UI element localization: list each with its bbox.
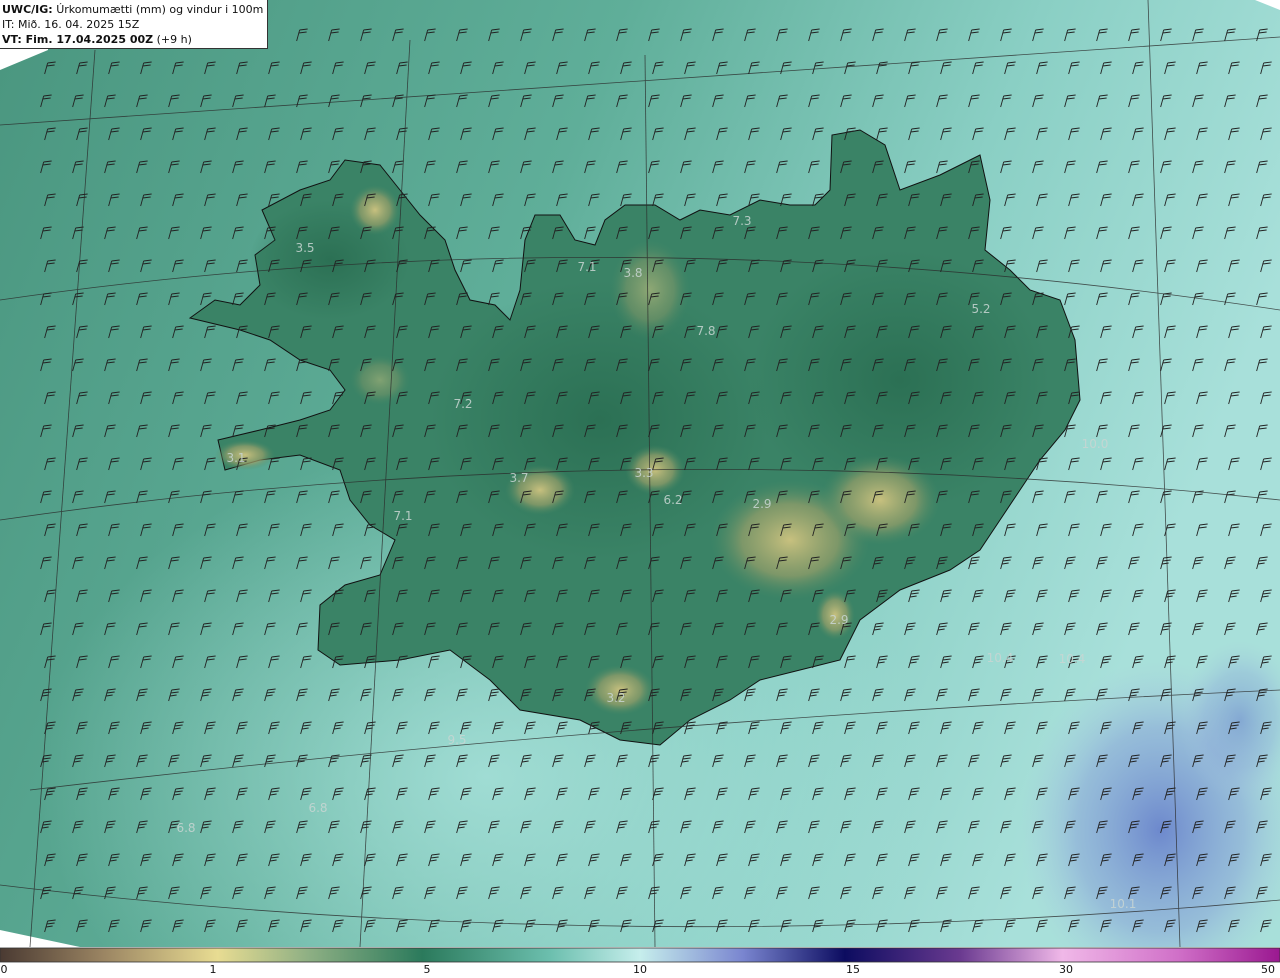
colorbar-tick: 15 bbox=[846, 963, 860, 976]
title-line: UWC/IG: Úrkomumætti (mm) og vindur i 100… bbox=[2, 2, 267, 17]
colorbar-tick: 5 bbox=[423, 963, 431, 976]
initial-time: IT: Mið. 16. 04. 2025 15Z bbox=[2, 18, 140, 31]
valid-time: VT: Fim. 17.04.2025 00Z bbox=[2, 33, 154, 46]
colorbar-tick: 10 bbox=[633, 963, 647, 976]
colorbar: 0 1 5 10 15 30 50 bbox=[0, 947, 1280, 978]
map-frame: 3.5 7.1 3.8 7.3 5.2 7.8 7.2 10.0 3.1 3.7… bbox=[0, 0, 1280, 978]
colorbar-tick: 1 bbox=[209, 963, 217, 976]
colorbar-tick: 50 bbox=[1261, 963, 1275, 976]
colorbar-tick: 0 bbox=[0, 963, 8, 976]
model-label: UWC/IG: bbox=[2, 3, 53, 16]
forecast-map bbox=[0, 0, 1280, 947]
valid-time-line: VT: Fim. 17.04.2025 00Z (+9 h) bbox=[2, 32, 267, 47]
colorbar-scale bbox=[0, 947, 1280, 963]
field-title: Úrkomumætti (mm) og vindur i 100m hæð bbox=[56, 3, 268, 16]
colorbar-tick: 30 bbox=[1059, 963, 1073, 976]
forecast-offset: (+9 h) bbox=[156, 33, 192, 46]
forecast-header: UWC/IG: Úrkomumætti (mm) og vindur i 100… bbox=[0, 0, 268, 49]
